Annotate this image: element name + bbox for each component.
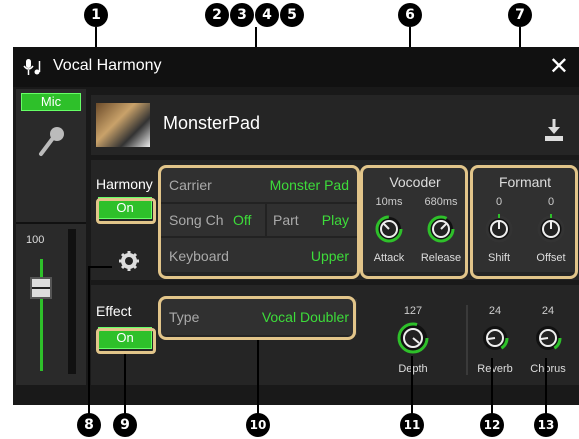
callout-8: 8 bbox=[77, 413, 101, 437]
gear-icon[interactable] bbox=[119, 251, 139, 271]
callout-line-9 bbox=[124, 354, 126, 414]
callout-5: 5 bbox=[280, 3, 304, 27]
level-meter bbox=[68, 229, 76, 374]
title-bar: Vocal Harmony ✕ bbox=[13, 47, 579, 87]
callout-12: 12 bbox=[480, 413, 504, 437]
callout-line-8-h bbox=[88, 266, 112, 268]
song-name[interactable]: MonsterPad bbox=[163, 113, 260, 134]
callout-9: 9 bbox=[113, 413, 137, 437]
highlight-harmony-settings bbox=[158, 165, 360, 279]
depth-value: 127 bbox=[403, 305, 423, 317]
fader-handle[interactable] bbox=[30, 277, 52, 299]
window-title: Vocal Harmony bbox=[53, 57, 162, 74]
song-panel: MonsterPad bbox=[91, 95, 579, 155]
fader-track bbox=[40, 259, 43, 371]
highlight-effect-toggle bbox=[96, 328, 156, 354]
highlight-effect-type bbox=[158, 296, 356, 340]
callout-4: 4 bbox=[255, 3, 279, 27]
fader-value: 100 bbox=[26, 234, 45, 246]
callout-1: 1 bbox=[84, 3, 108, 27]
callout-3: 3 bbox=[230, 3, 254, 27]
callout-13: 13 bbox=[534, 413, 558, 437]
vocal-harmony-icon bbox=[23, 59, 41, 75]
mic-divider bbox=[16, 222, 86, 224]
callout-line-10 bbox=[257, 340, 259, 414]
microphone-icon bbox=[39, 127, 64, 156]
reverb-label: Reverb bbox=[477, 363, 513, 375]
chorus-label: Chorus bbox=[530, 363, 566, 375]
callout-2: 2 bbox=[205, 3, 229, 27]
callout-line-11 bbox=[411, 356, 413, 414]
close-icon[interactable]: ✕ bbox=[549, 52, 569, 80]
callout-7: 7 bbox=[508, 3, 532, 27]
chorus-knob[interactable] bbox=[533, 323, 563, 353]
effect-label: Effect bbox=[96, 303, 132, 319]
callout-line-13 bbox=[545, 358, 547, 414]
reverb-knob[interactable] bbox=[480, 323, 510, 353]
depth-knob[interactable] bbox=[396, 321, 430, 355]
highlight-vocoder bbox=[360, 165, 468, 279]
depth-label: Depth bbox=[383, 363, 443, 375]
mic-panel: Mic 100 bbox=[16, 89, 86, 385]
highlight-formant bbox=[470, 165, 578, 279]
save-icon[interactable] bbox=[543, 119, 565, 143]
mic-button[interactable]: Mic bbox=[21, 93, 81, 111]
song-image bbox=[96, 103, 150, 147]
reverb-value: 24 bbox=[488, 305, 502, 317]
callout-10: 10 bbox=[246, 413, 270, 437]
callout-11: 11 bbox=[400, 413, 424, 437]
chorus-value: 24 bbox=[541, 305, 555, 317]
callout-line-8 bbox=[88, 268, 90, 416]
highlight-harmony-toggle bbox=[96, 198, 156, 224]
callout-6: 6 bbox=[398, 3, 422, 27]
callout-line-12 bbox=[491, 358, 493, 414]
harmony-label: Harmony bbox=[96, 176, 153, 192]
